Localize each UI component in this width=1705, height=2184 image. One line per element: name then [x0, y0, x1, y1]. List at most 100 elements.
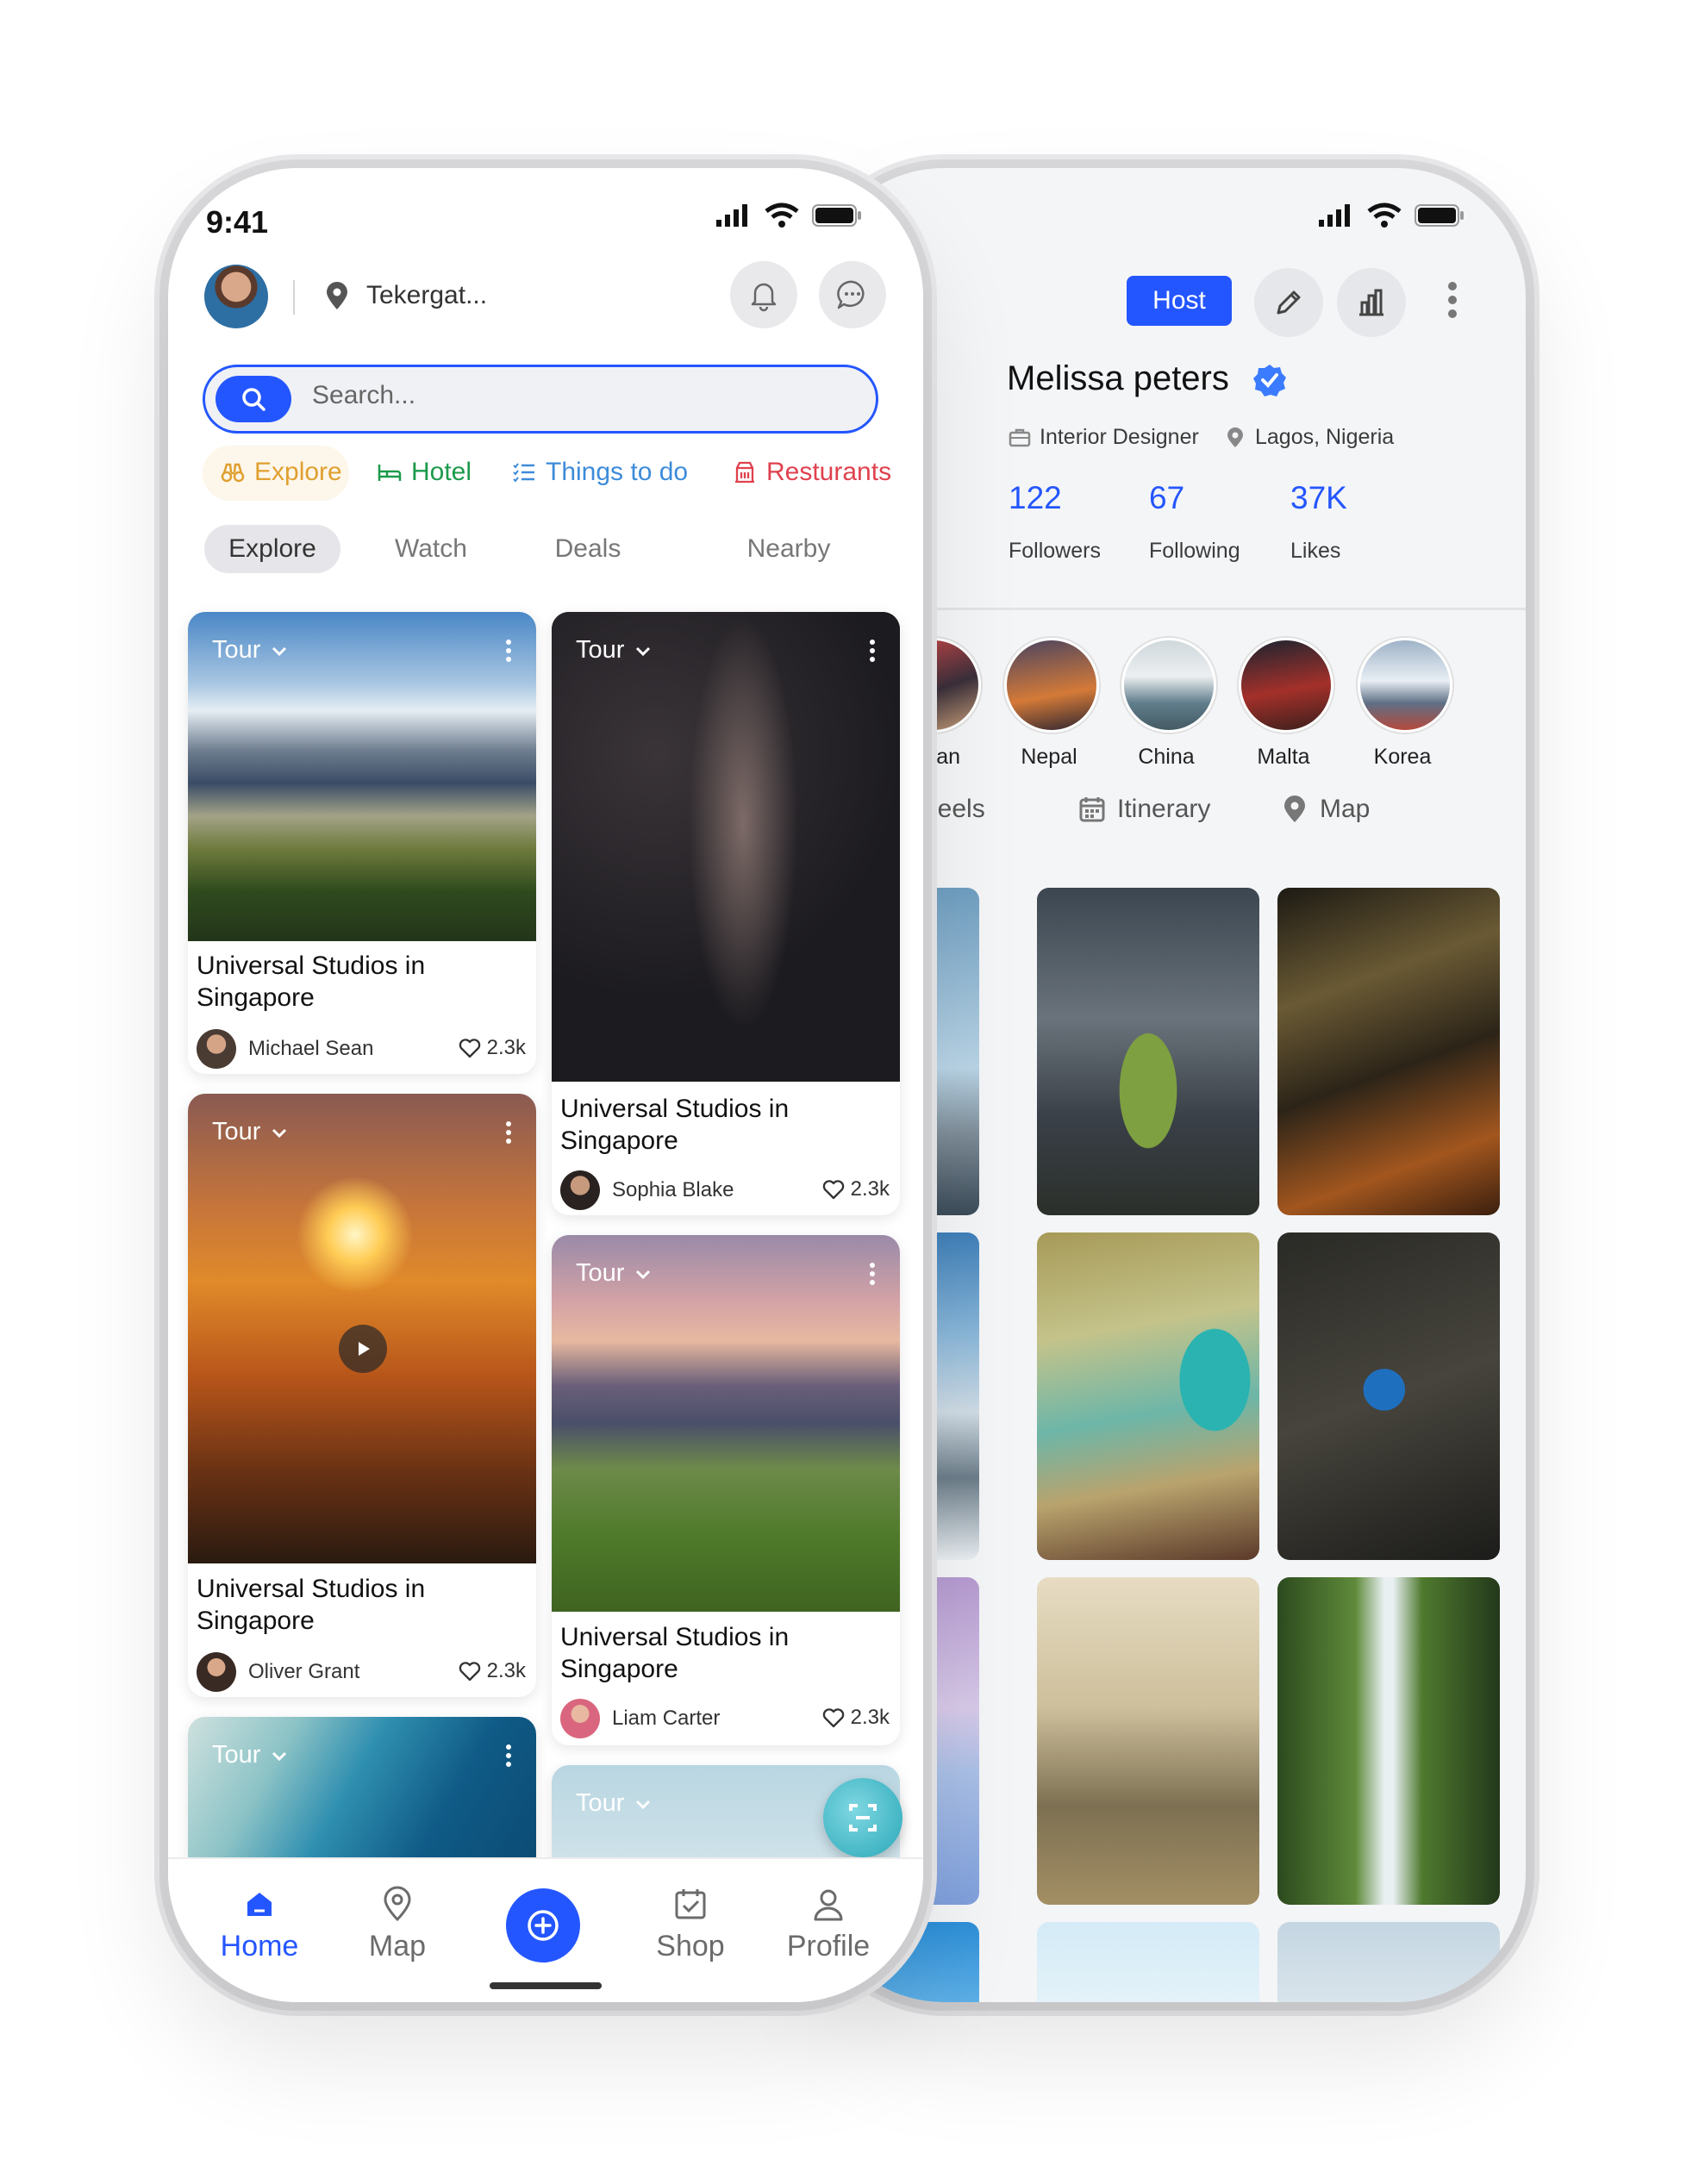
card-author[interactable]: Sophia Blake — [560, 1170, 734, 1210]
likes-count[interactable]: 37K — [1290, 480, 1347, 516]
more-vertical-icon[interactable] — [867, 638, 877, 664]
card-title: Universal Studios in Singapore — [560, 1623, 790, 1683]
card-likes[interactable]: 2.3k — [458, 1036, 526, 1060]
search-bar[interactable]: Search... — [203, 365, 878, 434]
destination-item[interactable]: Malta — [1239, 638, 1333, 770]
card-tag[interactable]: Tour — [576, 636, 653, 665]
grid-photo[interactable] — [1037, 1577, 1259, 1905]
search-button[interactable] — [215, 376, 291, 422]
destination-thumb — [1004, 638, 1099, 733]
more-vertical-icon[interactable] — [1446, 278, 1458, 321]
card-author[interactable]: Oliver Grant — [197, 1652, 359, 1692]
author-avatar — [197, 1029, 236, 1069]
wifi-icon — [763, 203, 801, 228]
tab-itinerary[interactable]: Itinerary — [1077, 795, 1210, 824]
search-icon — [239, 384, 268, 414]
more-vertical-icon[interactable] — [503, 1743, 514, 1769]
card-author[interactable]: Liam Carter — [560, 1699, 720, 1738]
card-tag[interactable]: Tour — [212, 1741, 290, 1769]
card-author[interactable]: Michael Sean — [197, 1029, 373, 1069]
create-post-button[interactable] — [506, 1888, 580, 1962]
grid-photo[interactable] — [1277, 1577, 1500, 1905]
destination-label: Malta — [1257, 745, 1310, 769]
destination-item[interactable]: Nepal — [1004, 638, 1099, 770]
feed-card[interactable]: Tour Universal Studios in Singapore Oliv… — [188, 1094, 536, 1697]
analytics-button[interactable] — [1337, 268, 1406, 337]
card-tag[interactable]: Tour — [576, 1259, 653, 1288]
grid-photo[interactable] — [1277, 1232, 1500, 1560]
category-label: Resturants — [766, 458, 892, 486]
more-vertical-icon[interactable] — [503, 638, 514, 664]
feed-card[interactable]: Tour Universal Studios in Singapore Mich… — [188, 612, 536, 1074]
segment-nearby[interactable]: Nearby — [720, 525, 858, 573]
likes-label: Likes — [1290, 539, 1341, 563]
followers-count[interactable]: 122 — [1009, 480, 1062, 516]
calendar-icon — [1077, 795, 1107, 824]
grid-photo[interactable] — [1277, 888, 1500, 1215]
tag-label: Tour — [576, 1259, 625, 1287]
status-time: 9:41 — [206, 204, 269, 240]
tab-map[interactable]: Map — [1280, 795, 1370, 824]
tab-label: Reels — [919, 795, 985, 823]
profile-location: Lagos, Nigeria — [1224, 425, 1394, 450]
category-restaurants[interactable]: Resturants — [732, 458, 891, 487]
card-likes[interactable]: 2.3k — [458, 1659, 526, 1683]
feed-card[interactable]: Tour Universal Studios in Singapore Soph… — [552, 612, 900, 1215]
grid-photo[interactable] — [1037, 888, 1259, 1215]
chat-bubble-icon — [835, 278, 870, 312]
destination-item[interactable]: Korea — [1358, 638, 1452, 770]
nav-label: Home — [220, 1930, 299, 1962]
edit-button[interactable] — [1254, 268, 1323, 337]
notifications-button[interactable] — [730, 261, 797, 328]
category-things-to-do[interactable]: Things to do — [511, 458, 688, 487]
chevron-down-icon — [633, 1264, 653, 1284]
nav-map[interactable]: Map — [337, 1885, 458, 1963]
following-count[interactable]: 67 — [1149, 480, 1184, 516]
bed-icon — [377, 459, 403, 485]
nav-home[interactable]: Home — [199, 1885, 320, 1963]
location-pin-icon — [378, 1885, 416, 1923]
user-avatar[interactable] — [204, 265, 268, 328]
card-likes[interactable]: 2.3k — [821, 1177, 890, 1201]
status-bar-icons — [1317, 203, 1465, 228]
card-tag[interactable]: Tour — [212, 636, 290, 665]
grid-photo[interactable] — [1277, 1922, 1500, 2002]
category-label: Things to do — [546, 458, 689, 486]
grid-photo[interactable] — [1037, 1922, 1259, 2002]
grid-photo[interactable] — [1037, 1232, 1259, 1560]
search-input[interactable]: Search... — [312, 381, 415, 410]
bottom-nav: Home Map Shop Profile — [168, 1857, 923, 2002]
signal-icon — [1317, 203, 1355, 228]
card-likes[interactable]: 2.3k — [821, 1706, 890, 1730]
card-tag[interactable]: Tour — [576, 1789, 653, 1818]
location-text: Lagos, Nigeria — [1255, 425, 1395, 449]
card-image — [552, 612, 900, 1082]
card-tag[interactable]: Tour — [212, 1118, 290, 1146]
nav-label: Shop — [656, 1930, 725, 1962]
briefcase-icon — [1009, 427, 1031, 449]
play-button[interactable] — [339, 1325, 387, 1373]
feed-card[interactable]: Tour Universal Studios in Singapore Liam… — [552, 1235, 900, 1745]
calendar-check-icon — [671, 1885, 709, 1923]
nav-shop[interactable]: Shop — [630, 1885, 751, 1963]
messages-button[interactable] — [819, 261, 886, 328]
binoculars-icon — [220, 459, 246, 485]
scan-button[interactable] — [823, 1778, 902, 1857]
segment-watch[interactable]: Watch — [375, 525, 487, 573]
host-button[interactable]: Host — [1127, 276, 1232, 326]
location-selector[interactable]: Tekergat... — [322, 280, 487, 311]
more-vertical-icon[interactable] — [867, 1261, 877, 1287]
author-avatar — [560, 1170, 600, 1210]
destination-item[interactable]: China — [1121, 638, 1216, 770]
nav-profile[interactable]: Profile — [768, 1885, 889, 1963]
author-avatar — [197, 1652, 236, 1692]
card-title: Universal Studios in Singapore — [197, 952, 426, 1012]
tab-label: Itinerary — [1117, 795, 1211, 823]
more-vertical-icon[interactable] — [503, 1120, 514, 1145]
segment-explore[interactable]: Explore — [204, 525, 340, 573]
segment-deals[interactable]: Deals — [540, 525, 635, 573]
category-explore[interactable]: Explore — [220, 458, 342, 487]
category-hotel[interactable]: Hotel — [377, 458, 472, 487]
author-avatar — [560, 1699, 600, 1738]
wifi-icon — [1365, 203, 1403, 228]
